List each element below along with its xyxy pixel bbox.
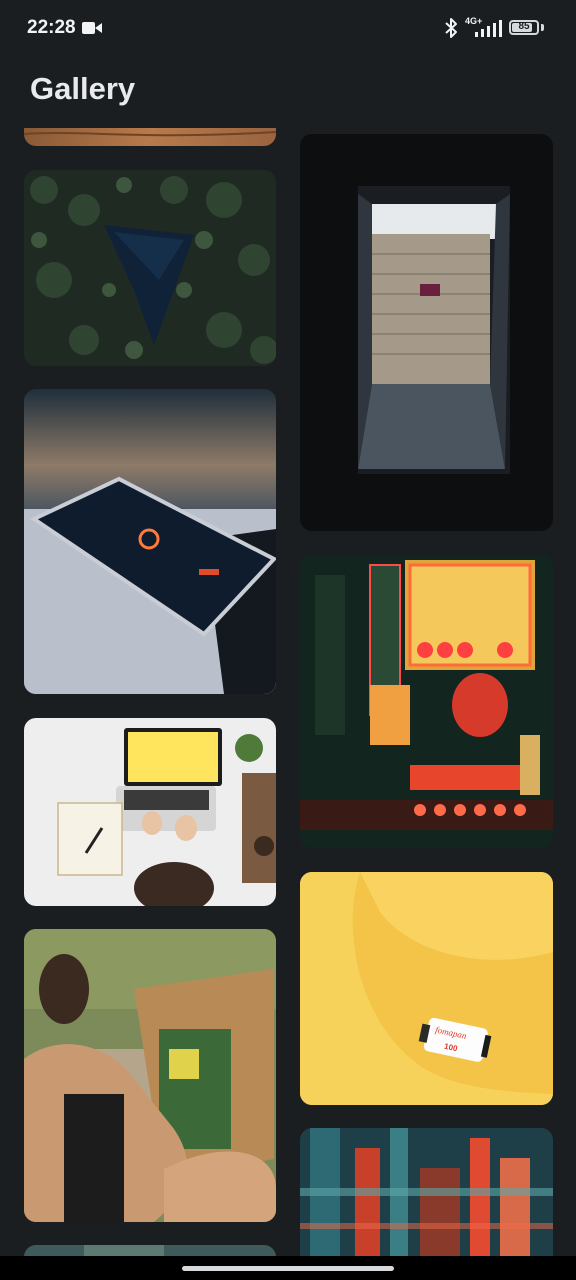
- status-bar: 22:28 4G+ 85: [0, 0, 576, 58]
- page-title: Gallery: [30, 71, 136, 106]
- video-camera-icon: [82, 22, 102, 34]
- battery-tip: [541, 24, 544, 31]
- battery-icon: 85: [509, 20, 539, 35]
- photo-wood-surface[interactable]: [24, 128, 276, 146]
- photo-neon-street[interactable]: [300, 555, 553, 848]
- bluetooth-icon: [445, 18, 457, 38]
- photo-phone-threads[interactable]: [24, 389, 276, 694]
- photo-stadium-tunnel[interactable]: [300, 134, 553, 531]
- status-time: 22:28: [27, 17, 76, 38]
- photo-forest-lake[interactable]: [24, 170, 276, 366]
- photo-laptop-desk[interactable]: [24, 718, 276, 906]
- photo-film-canister[interactable]: fomapan 100: [300, 872, 553, 1105]
- signal-icon: 4G+: [465, 16, 503, 38]
- battery-level: 85: [518, 21, 530, 32]
- home-indicator[interactable]: [182, 1266, 394, 1271]
- photo-abstract-glitch[interactable]: [300, 1128, 553, 1257]
- photo-painter-easel[interactable]: [24, 929, 276, 1222]
